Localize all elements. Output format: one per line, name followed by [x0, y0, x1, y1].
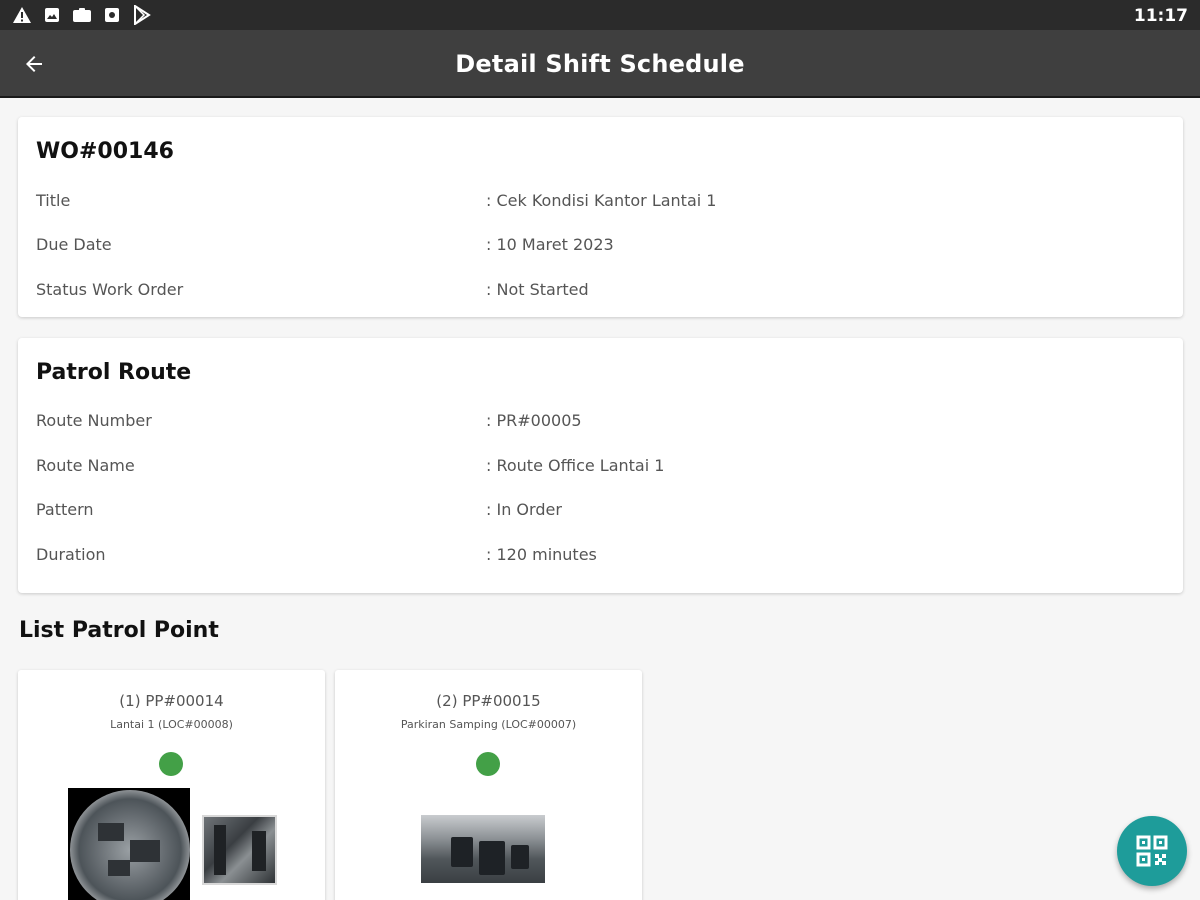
patrol-route-heading: Patrol Route — [36, 360, 192, 385]
duration-label: Duration — [36, 545, 106, 564]
route-name-label: Route Name — [36, 456, 135, 475]
patrol-photo[interactable] — [202, 815, 277, 885]
status-label: Status Work Order — [36, 280, 184, 299]
page-title: Detail Shift Schedule — [455, 50, 745, 78]
status-bar: 11:17 — [0, 0, 1200, 30]
patrol-point-location: Lantai 1 (LOC#00008) — [110, 718, 233, 731]
status-value: : Not Started — [486, 280, 589, 299]
due-date-label: Due Date — [36, 235, 112, 254]
due-date-value: : 10 Maret 2023 — [486, 235, 614, 254]
pattern-value: : In Order — [486, 500, 562, 519]
patrol-photo[interactable] — [68, 788, 190, 900]
warning-icon — [12, 5, 32, 25]
qr-code-icon — [1136, 835, 1168, 867]
title-label: Title — [36, 191, 71, 210]
pattern-label: Pattern — [36, 500, 94, 519]
route-number-value: : PR#00005 — [486, 411, 582, 430]
status-dot — [476, 752, 500, 776]
list-patrol-point-heading: List Patrol Point — [19, 618, 219, 643]
briefcase-icon — [72, 5, 92, 25]
patrol-point-code: (1) PP#00014 — [119, 692, 224, 710]
patrol-point-code: (2) PP#00015 — [436, 692, 541, 710]
patrol-point-location: Parkiran Samping (LOC#00007) — [400, 718, 577, 731]
duration-value: : 120 minutes — [486, 545, 597, 564]
clock: 11:17 — [1133, 6, 1188, 26]
route-number-label: Route Number — [36, 411, 152, 430]
play-store-icon — [132, 5, 152, 25]
image-icon — [42, 5, 62, 25]
patrol-point-card[interactable]: (2) PP#00015 Parkiran Samping (LOC#00007… — [335, 670, 642, 900]
photo-icon — [102, 5, 122, 25]
work-order-card: WO#00146 Title : Cek Kondisi Kantor Lant… — [18, 117, 1183, 317]
patrol-point-card[interactable]: (1) PP#00014 Lantai 1 (LOC#00008) — [18, 670, 325, 900]
work-order-number: WO#00146 — [36, 139, 174, 164]
title-value: : Cek Kondisi Kantor Lantai 1 — [486, 191, 717, 210]
scan-qr-button[interactable] — [1117, 816, 1187, 886]
notification-icons — [12, 5, 152, 25]
status-dot — [159, 752, 183, 776]
route-name-value: : Route Office Lantai 1 — [486, 456, 665, 475]
patrol-route-card: Patrol Route Route Number : PR#00005 Rou… — [18, 338, 1183, 593]
patrol-photo[interactable] — [421, 815, 545, 883]
app-bar: Detail Shift Schedule — [0, 30, 1200, 98]
